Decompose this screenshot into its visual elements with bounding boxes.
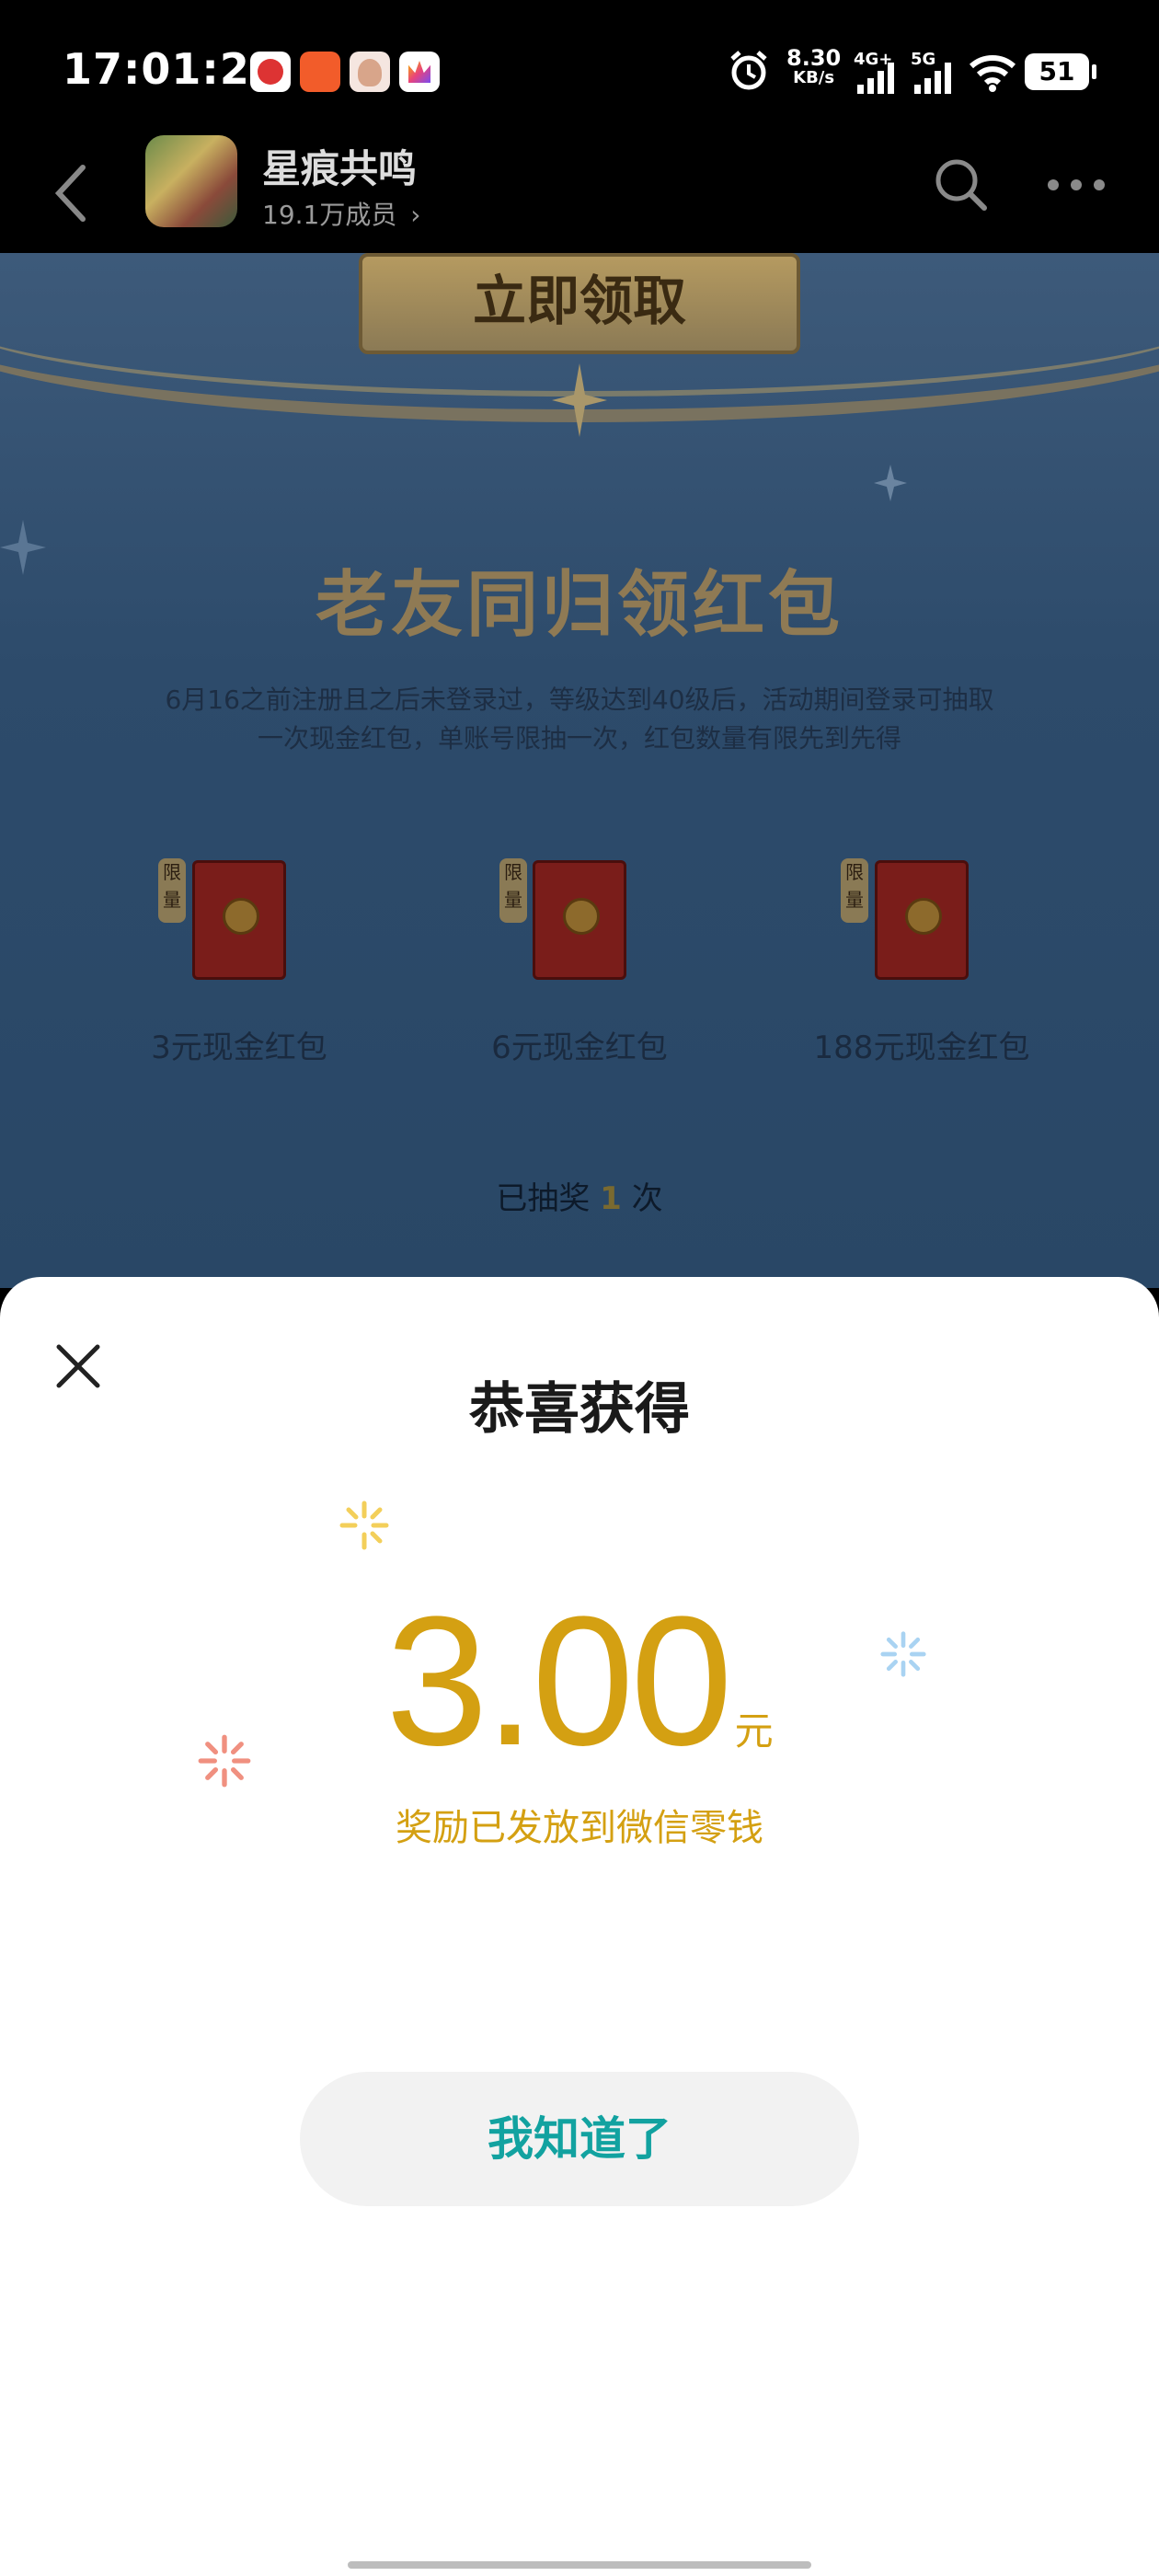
- group-member-count[interactable]: 19.1万成员 ›: [262, 195, 420, 232]
- sparkle-icon: [339, 1501, 389, 1550]
- claim-now-button[interactable]: 立即领取: [359, 253, 800, 354]
- more-options-icon[interactable]: [1039, 153, 1113, 217]
- event-description-line1: 6月16之前注册且之后未登录过，等级达到40级后，活动期间登录可抽取: [165, 684, 994, 715]
- clock: 17:01:29: [63, 44, 281, 94]
- prize-item: 6元现金红包: [460, 860, 699, 1067]
- event-title: 老友同归领红包: [315, 564, 843, 647]
- chevron-right-icon: ›: [410, 200, 421, 230]
- red-envelope-icon: [192, 860, 286, 980]
- group-name[interactable]: 星痕共鸣: [262, 138, 417, 194]
- reward-amount-value: 3.00: [385, 1579, 732, 1784]
- red-envelope-icon: [533, 860, 626, 980]
- alarm-icon: [730, 51, 767, 90]
- draw-count: 已抽奖 1 次: [0, 1173, 1159, 1218]
- prize-item: 3元现金红包: [120, 860, 359, 1067]
- draw-count-prefix: 已抽奖: [496, 1180, 591, 1217]
- network-speed: 8.30 KB/s: [786, 45, 842, 88]
- prize-label: 3元现金红包: [151, 1029, 327, 1066]
- event-page-background: 立即领取 老友同归领红包 6月16之前注册且之后未登录过，等级达到40级后，活动…: [0, 253, 1159, 1288]
- battery-indicator: 51: [1025, 53, 1096, 90]
- prize-label: 188元现金红包: [813, 1029, 1030, 1066]
- reward-note: 奖励已发放到微信零钱: [396, 1807, 763, 1849]
- event-description-line2: 一次现金红包，单账号限抽一次，红包数量有限先到先得: [257, 723, 901, 753]
- group-avatar[interactable]: [145, 135, 237, 227]
- network-speed-value: 8.30: [786, 45, 842, 71]
- status-bar: 17:01:29 8.30 KB/s 4G+ 5G 51: [0, 0, 1159, 143]
- star-decoration-icon: [552, 363, 607, 437]
- got-it-button[interactable]: 我知道了: [300, 2072, 859, 2206]
- search-icon[interactable]: [929, 153, 993, 217]
- star-decoration-icon: [874, 465, 907, 501]
- red-envelope-icon: [875, 860, 969, 980]
- event-description: 6月16之前注册且之后未登录过，等级达到40级后，活动期间登录可抽取 一次现金红…: [101, 681, 1058, 758]
- back-arrow-icon[interactable]: [46, 156, 101, 230]
- notification-app-icon-2: [300, 52, 340, 92]
- reward-amount-unit: 元: [734, 1708, 774, 1754]
- draw-count-number: 1: [600, 1180, 622, 1217]
- notification-app-icon-3: [350, 52, 390, 92]
- modal-title: 恭喜获得: [469, 1377, 690, 1442]
- prize-label: 6元现金红包: [491, 1029, 668, 1066]
- signal-2-icon: [914, 63, 951, 94]
- member-count-text: 19.1万成员: [262, 200, 397, 230]
- notification-app-icon-1: [250, 52, 291, 92]
- network-speed-unit: KB/s: [793, 68, 835, 87]
- notification-app-icon-4: [399, 52, 440, 92]
- reward-bottom-sheet: 恭喜获得 3.00 元 奖励已发放到微信零钱 我知道了: [0, 1277, 1159, 2576]
- prize-item: 188元现金红包: [802, 860, 1041, 1067]
- wifi-icon: [969, 55, 1016, 92]
- signal-1-icon: [857, 63, 894, 94]
- reward-amount: 3.00 元: [0, 1590, 1159, 1774]
- home-indicator[interactable]: [348, 2561, 811, 2569]
- draw-count-suffix: 次: [631, 1180, 663, 1217]
